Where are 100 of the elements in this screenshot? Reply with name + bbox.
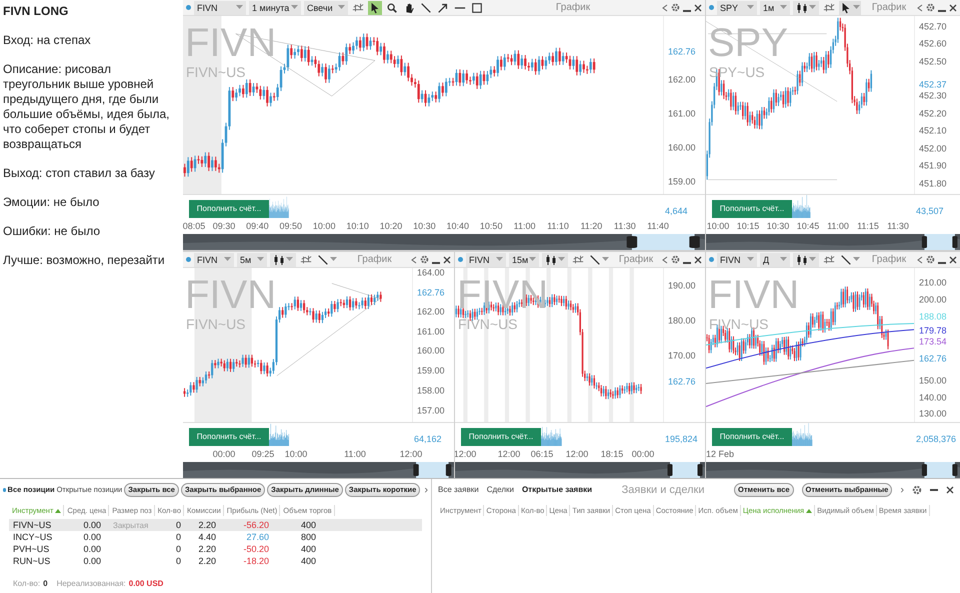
line-tool-button[interactable]: [839, 252, 861, 266]
timeframe-dropdown[interactable]: 1м: [760, 0, 790, 14]
volume-bars: [269, 424, 290, 446]
footer-label: Кол-во:: [13, 578, 40, 590]
chart-type-dropdown[interactable]: [793, 252, 819, 266]
chart-type-dropdown[interactable]: [793, 0, 819, 14]
cursor-tool-button[interactable]: [839, 0, 861, 14]
note-text: Выход: стоп ставил за базу: [3, 166, 156, 181]
price-tick: 161.00: [668, 107, 696, 120]
symbol-dropdown[interactable]: FIVN: [717, 252, 757, 266]
indicators-tool-button[interactable]: [351, 0, 365, 14]
deposit-button[interactable]: Пополнить счёт...: [712, 200, 792, 218]
timeframe-dropdown[interactable]: 5м: [237, 252, 267, 266]
minimize-icon: [683, 262, 691, 264]
position-row[interactable]: PVH~US 0.00 0 2.20 -50.20 400: [9, 543, 422, 556]
line-tool-button[interactable]: [588, 252, 610, 266]
caret-icon: [224, 257, 231, 262]
symbol-dropdown[interactable]: FIVN: [466, 252, 506, 266]
footer-value: 0: [43, 578, 48, 590]
table-cell-text: 2.20: [197, 554, 216, 568]
chevron-icon: [411, 256, 417, 264]
chart-type-dropdown[interactable]: [270, 252, 296, 266]
indicators-tool-button[interactable]: [822, 252, 836, 266]
price-tick: 158.00: [417, 384, 445, 398]
time-label: 11:15: [857, 220, 879, 233]
time-label: 12:00: [400, 448, 422, 461]
price-tick: 452.30: [919, 90, 947, 103]
chart-title: График: [554, 1, 592, 15]
time-label: 08:05: [183, 220, 206, 233]
note-text: Описание: рисовал треугольник выше уровней предыдущего дня, где были большие объёмы, идея была, что соберет стопы и будет возвращаться: [3, 62, 170, 152]
footer-value: 0.00 USD: [128, 578, 164, 590]
more-button[interactable]: ›: [424, 482, 428, 498]
time-label: 10:50: [480, 220, 502, 233]
chart-type-dropdown[interactable]: [542, 252, 568, 266]
time-label: 12 Feb: [706, 448, 734, 461]
chart-type-dropdown[interactable]: Свечи: [304, 0, 348, 14]
position-row[interactable]: FIVN~US 0.00 Закрытая 0 2.20 -56.20 400: [9, 519, 422, 532]
candlestick-icon: [796, 254, 808, 266]
minimize-icon: [683, 10, 691, 12]
position-row[interactable]: INCY~US 0.00 0 4.40 27.60 800: [9, 531, 422, 544]
price-tick: 452.20: [919, 107, 947, 120]
rectangle-tool-button[interactable]: [470, 0, 484, 14]
line-tool-button[interactable]: [316, 252, 338, 266]
table-cell-text: -50.20: [242, 542, 269, 556]
table-cell-text: 800: [300, 530, 316, 544]
indicators-tool-button[interactable]: [822, 0, 836, 14]
deposit-button[interactable]: Пополнить счёт...: [189, 200, 269, 218]
table-cell-text: 400: [300, 554, 316, 568]
time-label: 09:25: [252, 448, 274, 461]
indicators-tool-button[interactable]: [299, 252, 313, 266]
volume-value: 4,644: [664, 204, 688, 218]
price-tick: 164.00: [417, 266, 445, 279]
cursor-tool-button[interactable]: [368, 0, 382, 14]
time-label: 11:00: [514, 220, 536, 233]
price-tick: 452.00: [919, 142, 947, 156]
symbol-dropdown[interactable]: FIVN: [194, 252, 234, 266]
volume-value: 43,507: [915, 204, 944, 218]
table-cell-text: RUN~US: [12, 554, 52, 568]
table-cell-text: 0.00: [82, 518, 101, 532]
table-cell-text: 0.00: [82, 530, 101, 544]
search-tool-button[interactable]: [385, 0, 399, 14]
timeframe-dropdown[interactable]: 15м: [509, 252, 539, 266]
settings-icon: [926, 3, 935, 12]
timeframe-dropdown[interactable]: 1 минута: [249, 0, 301, 14]
time-label: 10:00: [284, 448, 308, 461]
line-tool-button[interactable]: [419, 0, 433, 14]
close-icon: [949, 256, 957, 264]
timeframe-dropdown[interactable]: Д: [760, 252, 790, 266]
price-tick: 180.00: [668, 314, 696, 328]
symbol-dropdown[interactable]: FIVN: [194, 0, 246, 14]
chevron-icon: [917, 4, 923, 12]
candlestick-icon: [273, 254, 285, 266]
deposit-button[interactable]: Пополнить счёт...: [712, 428, 792, 446]
deposit-button[interactable]: Пополнить счёт...: [189, 428, 269, 446]
deposit-button[interactable]: Пополнить счёт...: [461, 428, 541, 446]
position-row[interactable]: RUN~US 0.00 0 2.20 -18.20 400: [9, 555, 422, 568]
candlestick-icon: [796, 2, 808, 14]
table-cell-text: 0: [174, 518, 181, 532]
tab[interactable]: Все заявки: [438, 484, 479, 496]
caret-icon: [780, 257, 787, 262]
table-cell-text: 2.20: [197, 518, 216, 532]
tab[interactable]: Открытые заявки: [522, 484, 592, 496]
price-tick: 157.00: [417, 404, 445, 417]
price-tick: 452.60: [919, 37, 947, 50]
more-button[interactable]: ›: [900, 482, 904, 498]
indicators-icon: [823, 254, 835, 266]
price-tick: 190.00: [668, 280, 696, 293]
time-label: 11:00: [827, 220, 849, 233]
symbol-dropdown[interactable]: SPY: [717, 0, 757, 14]
time-label: 11:10: [547, 220, 569, 233]
settings-icon: [671, 255, 680, 264]
chevron-icon: [917, 256, 923, 264]
indicators-tool-button[interactable]: [571, 252, 585, 266]
minimize-icon: [938, 262, 946, 264]
volume-value: 2,058,376: [915, 432, 956, 446]
close-icon: [694, 256, 702, 264]
time-label: 10:30: [413, 220, 436, 233]
tab[interactable]: Сделки: [486, 484, 514, 496]
time-label: 11:30: [614, 220, 636, 233]
panel-title: Заявки и сделки: [620, 482, 706, 498]
